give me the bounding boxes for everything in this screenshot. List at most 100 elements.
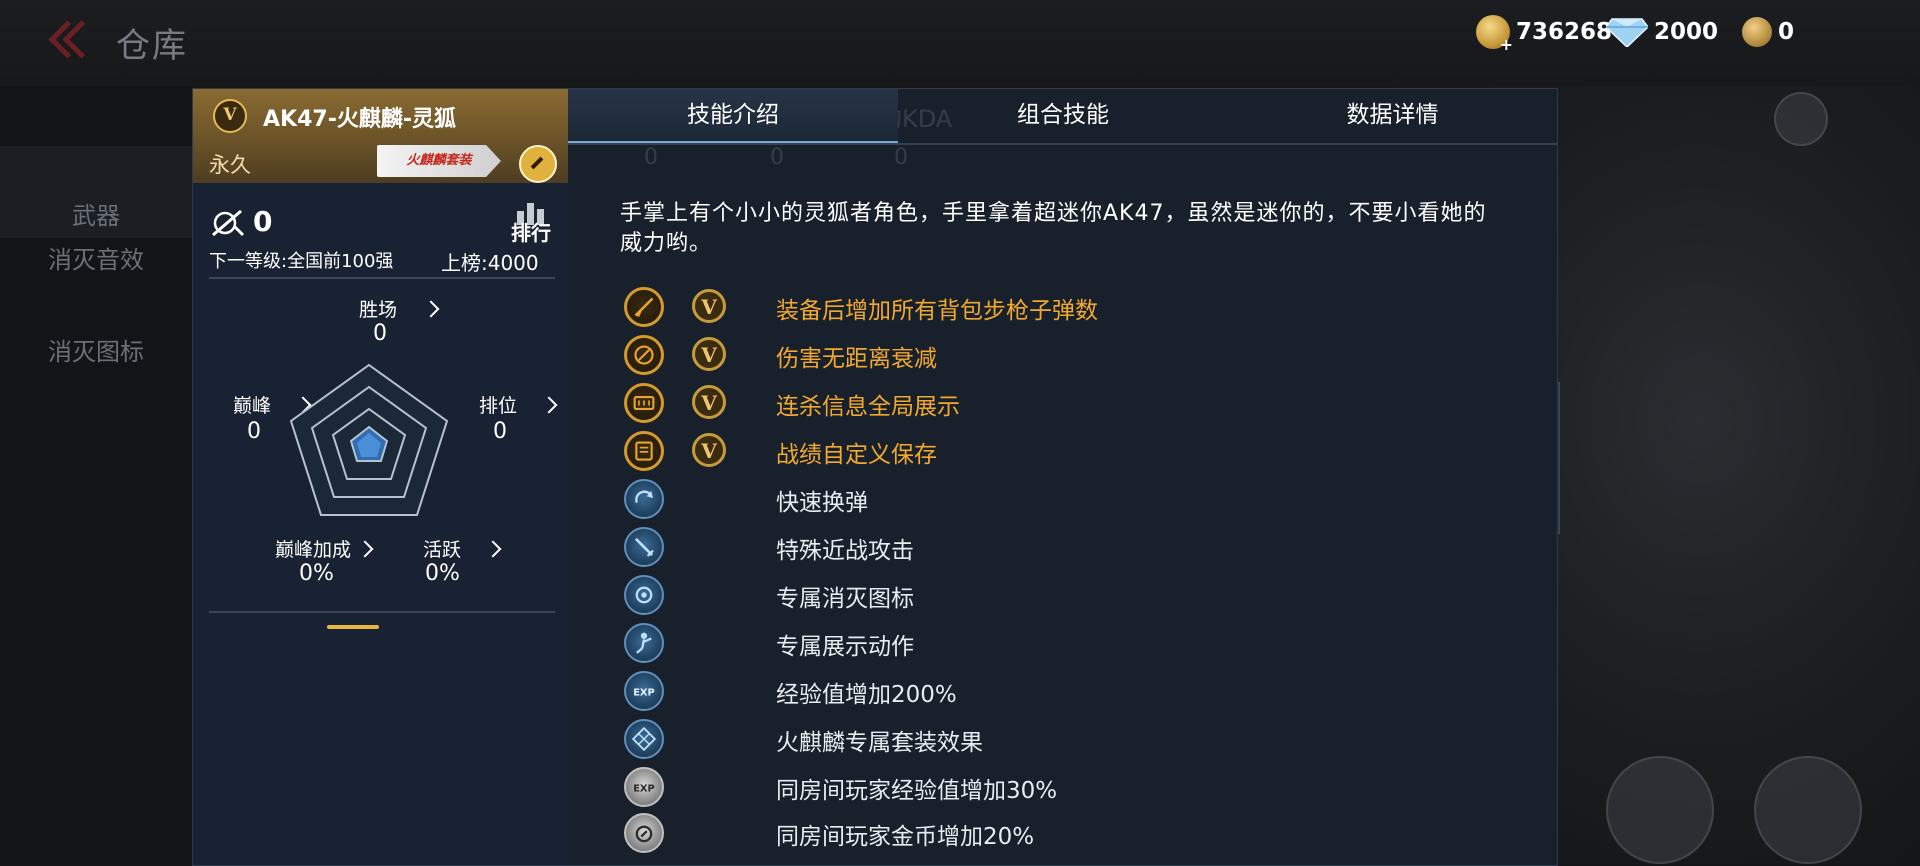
skill-row: V 连杀信息全局展示 [624,383,1504,427]
skill-panel: 场次 胜率 平均KDA 技能介绍 组合技能 数据详情 0 0 0 手掌上有个小小… [568,88,1558,866]
medal-currency[interactable]: 0 [1742,14,1794,50]
skill-row: V 伤害无距离衰减 [624,335,1504,379]
skill-label: 专属展示动作 [776,634,914,660]
vip-v-icon: V [692,289,726,323]
stat-peak-bonus-value: 0% [299,561,334,586]
svg-text:EXP: EXP [633,784,655,795]
skill-label: 特殊近战攻击 [776,538,914,564]
skill-row: V 战绩自定义保存 [624,431,1504,475]
stat-ranked-label[interactable]: 排位 [479,391,517,418]
stat-wins-label[interactable]: 胜场 [359,295,397,322]
broadcast-icon [624,383,664,423]
gold-coin-icon [1476,15,1513,54]
chevron-right-icon[interactable] [540,396,558,414]
skill-label: 经验值增加200% [776,682,957,708]
skill-label: 火麒麟专属套装效果 [776,730,983,756]
medal-icon [1742,17,1772,47]
skill-label: 快速换弹 [776,490,868,516]
chevron-right-icon[interactable] [356,540,374,558]
skill-label: 同房间玩家金币增加20% [776,824,1035,850]
tab-data-details[interactable]: 数据详情 [1228,89,1557,141]
reload-icon [624,479,664,519]
vip-v-icon: V [692,385,726,419]
sidebar-item-kill-icon[interactable]: 消灭图标 [0,332,192,367]
crosshair-icon [624,335,664,375]
skill-row: EXP 经验值增加200% [624,671,1504,715]
leaderboard-label[interactable]: 排行 [511,217,551,246]
side-nav: 武器 消灭音效 消灭图标 [0,86,192,864]
divider [209,277,555,279]
stat-peak-label[interactable]: 巅峰 [233,391,271,418]
pose-icon [624,623,664,663]
exp-icon: EXP [624,671,664,711]
board-score: 上榜:4000 [441,251,539,275]
sidebar-item-kill-sound[interactable]: 消灭音效 [0,240,192,275]
chevron-right-icon[interactable] [484,540,502,558]
tab-combo-skills[interactable]: 组合技能 [898,89,1228,141]
record-save-icon [624,431,664,471]
diamond-currency[interactable]: 2000 [1605,14,1719,50]
kill-mark-icon [624,575,664,615]
vip-v-icon: V [213,99,247,133]
stat-active-value: 0% [425,561,460,586]
chevron-right-icon[interactable] [422,300,440,318]
tab-skill-intro[interactable]: 技能介绍 [568,89,898,144]
gold-currency[interactable]: 736268 [1476,14,1613,54]
divider [209,611,555,613]
ghost-value: 0 [894,145,908,170]
sidebar-item-weapons[interactable]: 武器 [0,146,192,238]
stat-active-label[interactable]: 活跃 [423,535,461,562]
weapon-duration: 永久 [209,153,251,177]
rifle-icon [624,287,664,327]
skill-label: 伤害无距离衰减 [776,346,937,372]
skill-label: 战绩自定义保存 [776,442,937,468]
weapon-info-panel: V AK47-火麒麟-灵狐 永久 火麒麟套装 0 排行 下一等级:全国前100强… [192,88,570,866]
skill-description: 手掌上有个小小的灵狐者角色，手里拿着超迷你AK47，虽然是迷你的，不要小看她的威… [620,201,1487,256]
next-level-text: 下一等级:全国前100强 [209,251,394,272]
swap-button[interactable] [1606,756,1714,864]
gold-amount: 736268 [1516,19,1613,45]
plus-button[interactable] [1774,92,1828,146]
tab-divider [568,143,1557,145]
skill-row: 专属消灭图标 [624,575,1504,619]
ghost-value: 0 [770,145,784,170]
radar-chart [289,363,449,516]
skill-label: 同房间玩家经验值增加30% [776,778,1058,804]
svg-text:EXP: EXP [633,688,655,699]
skill-row: 火麒麟专属套装效果 [624,719,1504,763]
room-exp-icon: EXP [624,767,664,807]
skill-label: 连杀信息全局展示 [776,394,960,420]
kill-count: 0 [253,205,273,238]
skill-row: 特殊近战攻击 [624,527,1504,571]
tab-bar: 场次 胜率 平均KDA 技能介绍 组合技能 数据详情 [568,89,1557,144]
top-bar: 仓库 736268 2000 0 [0,0,1920,86]
stat-peak-value: 0 [247,419,261,444]
skill-row: EXP 同房间玩家经验值增加30% [624,767,1504,811]
suit-pattern-icon [624,719,664,759]
gold-medal-button[interactable] [519,145,557,183]
diamond-icon [1605,17,1649,49]
skill-row: 快速换弹 [624,479,1504,523]
medal-amount: 0 [1778,19,1795,45]
set-tag: 火麒麟套装 [377,145,501,177]
page-title: 仓库 [116,26,188,66]
skin-button[interactable] [1754,756,1862,864]
stat-wins-value: 0 [373,321,387,346]
stat-peak-bonus-label[interactable]: 巅峰加成 [275,535,351,562]
weapon-name: AK47-火麒麟-灵狐 [263,107,456,132]
diamond-amount: 2000 [1654,19,1719,45]
ghost-value: 0 [644,145,658,170]
skill-row: V 装备后增加所有背包步枪子弹数 [624,287,1504,331]
skill-label: 装备后增加所有背包步枪子弹数 [776,298,1098,324]
kill-crosshair-icon [212,209,245,237]
skill-row: 同房间玩家金币增加20% [624,813,1504,857]
vip-v-icon: V [692,337,726,371]
back-button[interactable] [44,18,101,62]
skill-row: 专属展示动作 [624,623,1504,667]
vip-v-icon: V [692,433,726,467]
page-indicator [327,625,379,629]
skill-label: 专属消灭图标 [776,586,914,612]
knife-icon [624,527,664,567]
weapon-header: V AK47-火麒麟-灵狐 永久 火麒麟套装 [193,89,569,183]
stat-ranked-value: 0 [493,419,507,444]
